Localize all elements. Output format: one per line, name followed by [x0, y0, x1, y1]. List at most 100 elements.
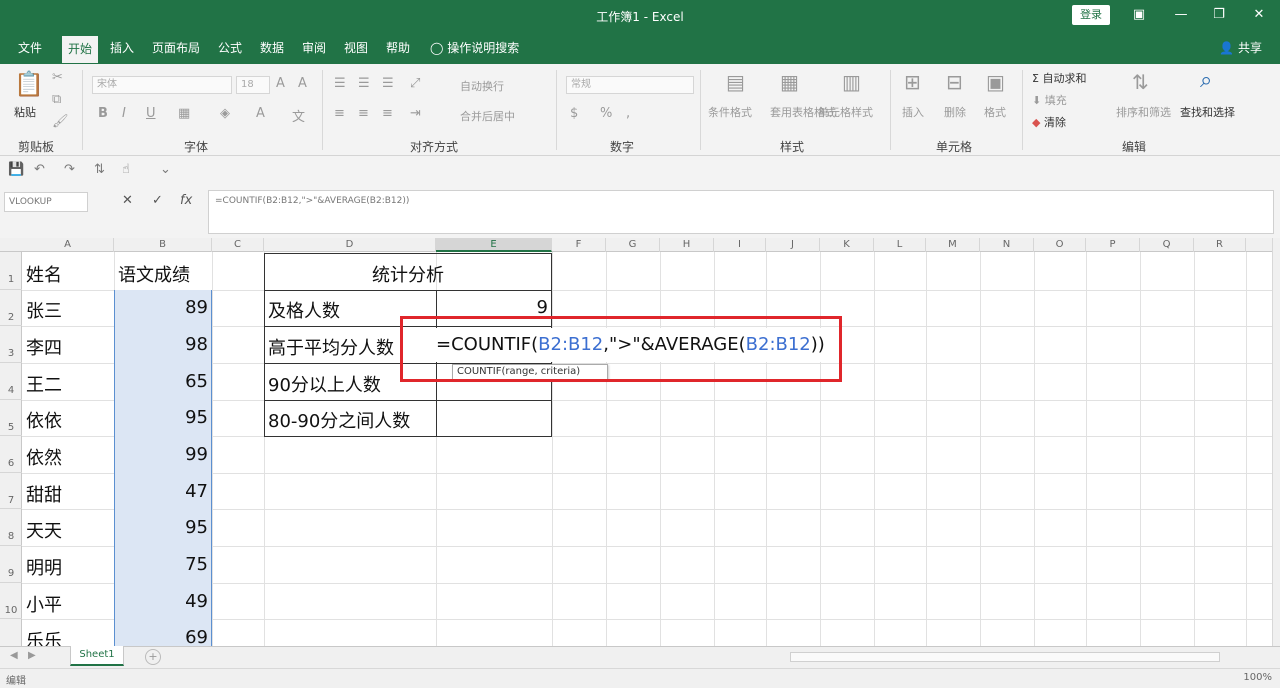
italic-button[interactable]: I [122, 106, 126, 121]
underline-button[interactable]: U [146, 106, 156, 121]
autosum-button[interactable]: Σ 自动求和 [1032, 70, 1086, 86]
row-header-7[interactable]: 7 [0, 473, 22, 509]
redo-icon[interactable]: ↷ [64, 162, 75, 177]
column-header-m[interactable]: M [926, 238, 980, 252]
sheet-tab-sheet1[interactable]: Sheet1 [70, 646, 124, 666]
column-header-e[interactable]: E [436, 238, 552, 252]
align-left-icon[interactable]: ≡ [334, 106, 345, 121]
score-cell[interactable]: 65 [114, 371, 208, 392]
login-button[interactable]: 登录 [1072, 5, 1110, 25]
align-right-icon[interactable]: ≡ [382, 106, 393, 121]
row-header-3[interactable]: 3 [0, 326, 22, 363]
stats-label-80-90[interactable]: 80-90分之间人数 [268, 407, 410, 433]
format-cells-button[interactable]: 格式 [984, 104, 1006, 120]
restore-icon[interactable]: ❐ [1210, 6, 1228, 24]
align-top-icon[interactable]: ☰ [334, 76, 346, 91]
column-header-b[interactable]: B [114, 238, 212, 252]
find-select-button[interactable]: 查找和选择 [1180, 104, 1235, 120]
share-button[interactable]: 👤 共享 [1219, 39, 1262, 56]
align-center-icon[interactable]: ≡ [358, 106, 369, 121]
column-header-j[interactable]: J [766, 238, 820, 252]
save-icon[interactable]: 💾 [8, 162, 24, 177]
name-cell[interactable]: 明明 [26, 554, 62, 580]
wrap-text-button[interactable]: 自动换行 [460, 78, 504, 94]
stats-label-above-90[interactable]: 90分以上人数 [268, 371, 381, 397]
font-size-select[interactable]: 18 [236, 76, 270, 94]
close-icon[interactable]: ✕ [1250, 6, 1268, 24]
tab-home[interactable]: 开始 [62, 36, 99, 63]
add-sheet-icon[interactable]: + [145, 649, 161, 665]
vertical-scrollbar[interactable] [1272, 238, 1280, 646]
phonetic-icon[interactable]: 文 [292, 106, 305, 125]
score-cell[interactable]: 99 [114, 444, 208, 465]
indent-icon[interactable]: ⇥ [410, 106, 421, 121]
name-cell[interactable]: 依然 [26, 444, 62, 470]
bold-button[interactable]: B [98, 106, 108, 121]
paste-icon[interactable]: 📋 [14, 70, 44, 98]
score-cell[interactable]: 95 [114, 517, 208, 538]
conditional-format-button[interactable]: 条件格式 [708, 104, 752, 120]
format-cells-icon[interactable]: ▣ [986, 70, 1005, 94]
touch-mode-icon[interactable]: ☝ [122, 162, 130, 177]
row-header-2[interactable]: 2 [0, 290, 22, 326]
column-header-n[interactable]: N [980, 238, 1034, 252]
name-cell[interactable]: 李四 [26, 334, 62, 360]
score-cell[interactable]: 47 [114, 481, 208, 502]
fill-color-icon[interactable]: ◈ [220, 106, 230, 121]
delete-cells-icon[interactable]: ⊟ [946, 70, 963, 94]
decrease-font-icon[interactable]: A [298, 76, 307, 91]
column-header-i[interactable]: I [714, 238, 766, 252]
prev-sheet-icon[interactable]: ◀ [10, 650, 18, 661]
tab-page-layout[interactable]: 页面布局 [152, 39, 200, 56]
column-header-k[interactable]: K [820, 238, 874, 252]
delete-cells-button[interactable]: 删除 [944, 104, 966, 120]
cancel-icon[interactable]: ✕ [122, 193, 133, 208]
stats-label-pass[interactable]: 及格人数 [268, 297, 340, 323]
ribbon-display-icon[interactable]: ▣ [1130, 6, 1148, 24]
next-sheet-icon[interactable]: ▶ [28, 650, 36, 661]
name-cell[interactable]: 小平 [26, 591, 62, 617]
increase-font-icon[interactable]: A [276, 76, 285, 91]
name-cell[interactable]: 乐乐 [26, 627, 62, 646]
cell-b1[interactable]: 语文成绩 [118, 261, 190, 287]
worksheet-grid[interactable]: A B C D E F G H I J K L M N O P Q R 1 2 … [0, 238, 1272, 646]
tab-formulas[interactable]: 公式 [218, 39, 242, 56]
horizontal-scrollbar[interactable] [790, 652, 1220, 662]
row-header-4[interactable]: 4 [0, 363, 22, 400]
column-header-a[interactable]: A [22, 238, 114, 252]
sort-filter-button[interactable]: 排序和筛选 [1116, 104, 1171, 120]
score-cell[interactable]: 89 [114, 297, 208, 318]
stats-title[interactable]: 统计分析 [264, 261, 552, 287]
score-cell[interactable]: 98 [114, 334, 208, 355]
minimize-icon[interactable]: — [1172, 6, 1190, 24]
fill-button[interactable]: ⬇ 填充 [1032, 92, 1067, 108]
row-header-6[interactable]: 6 [0, 436, 22, 473]
comma-icon[interactable]: , [626, 106, 630, 121]
stats-label-above-average[interactable]: 高于平均分人数 [268, 334, 394, 360]
column-header-o[interactable]: O [1034, 238, 1086, 252]
tab-file[interactable]: 文件 [18, 39, 42, 56]
conditional-format-icon[interactable]: ▤ [726, 70, 745, 94]
percent-icon[interactable]: % [600, 106, 612, 121]
insert-function-icon[interactable]: fx [180, 193, 192, 208]
column-header-l[interactable]: L [874, 238, 926, 252]
align-middle-icon[interactable]: ☰ [358, 76, 370, 91]
stats-pass-count[interactable]: 9 [440, 297, 548, 318]
tab-view[interactable]: 视图 [344, 39, 368, 56]
score-cell[interactable]: 49 [114, 591, 208, 612]
row-header-5[interactable]: 5 [0, 400, 22, 436]
name-cell[interactable]: 张三 [26, 297, 62, 323]
copy-icon[interactable]: ⧉ [52, 92, 61, 107]
row-header-10[interactable]: 10 [0, 583, 22, 619]
find-icon[interactable]: ⌕ [1200, 68, 1212, 93]
column-header-f[interactable]: F [552, 238, 606, 252]
clear-button[interactable]: ◆ 清除 [1032, 114, 1066, 130]
score-cell[interactable]: 69 [114, 627, 208, 646]
column-header-d[interactable]: D [264, 238, 436, 252]
sort-icon[interactable]: ⇅ [94, 162, 105, 177]
tab-review[interactable]: 审阅 [302, 39, 326, 56]
column-header-g[interactable]: G [606, 238, 660, 252]
column-header-h[interactable]: H [660, 238, 714, 252]
format-painter-icon[interactable]: 🖌 [52, 114, 69, 129]
column-header-r[interactable]: R [1194, 238, 1246, 252]
